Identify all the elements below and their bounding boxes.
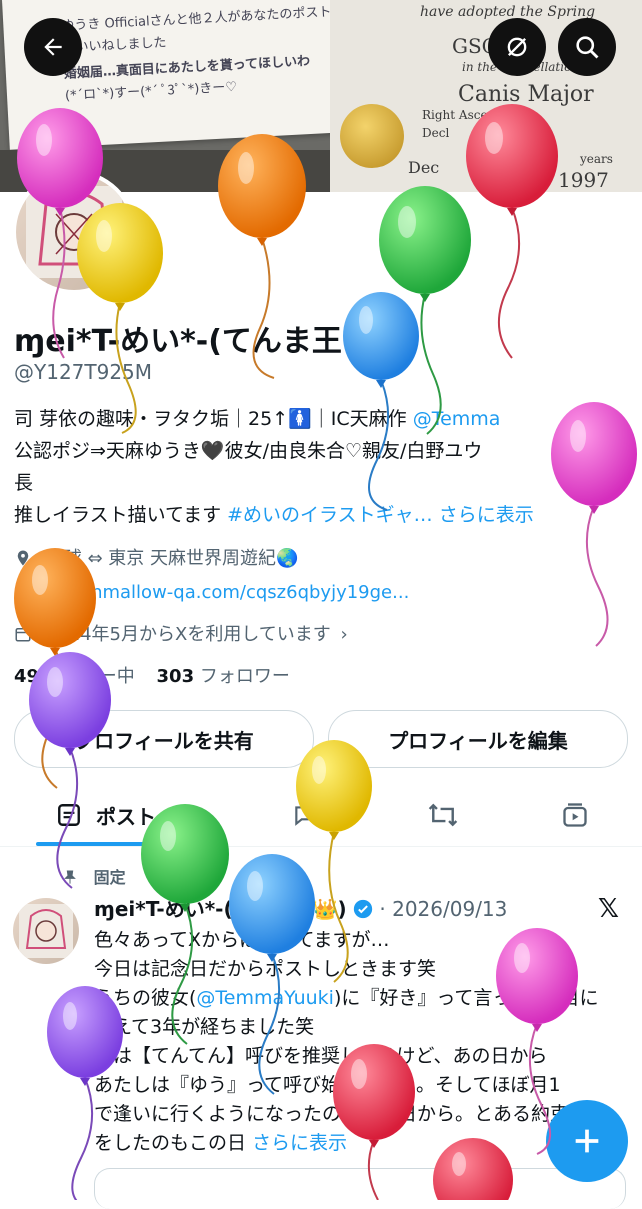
post-date: · 2026/09/13 — [379, 897, 508, 921]
pinned-label: 固定 — [93, 868, 126, 887]
following-count: 49 — [14, 666, 40, 687]
post-line: 今日は記念日だからポストしときます笑 — [94, 958, 437, 980]
cert-line: Decl — [422, 126, 450, 140]
search-icon — [576, 36, 599, 59]
tab-videos[interactable] — [560, 786, 590, 844]
post-line: 答えて3年が経ちました笑 — [94, 1016, 315, 1038]
edit-profile-button[interactable]: プロフィールを編集 — [328, 710, 628, 768]
post-text: )に『好き』って言って2回目に — [333, 987, 599, 1009]
link-icon — [15, 584, 31, 600]
cert-line: years — [580, 152, 613, 166]
bio-line: 公認ポジ⇒天麻ゆうき🖤彼女/由良朱合♡親友/白野ユウ — [14, 440, 483, 462]
post-line: をしたのもこの日 さらに表示 — [94, 1129, 347, 1158]
bio-line: 長 — [14, 472, 34, 494]
cert-line: Right Ascension — [422, 108, 521, 122]
verified-badge-icon — [353, 899, 373, 919]
followers-label: フォロワー — [199, 666, 290, 687]
repost-icon — [428, 803, 458, 827]
chat-icon — [295, 806, 315, 826]
bio-hashtag-link[interactable]: #めいのイラストギャ… さらに表示 — [227, 504, 534, 526]
post-line: で逢いに行くようになったのもあの日から。とある約束 — [94, 1103, 570, 1125]
profile-website[interactable]: marshmallow-qa.com/cqsz6qbyjy19ge... — [14, 582, 409, 603]
balloon-green — [379, 186, 471, 435]
tab-replies[interactable] — [292, 786, 318, 844]
post-line: 色々あってXからは離れてますが… — [94, 929, 390, 951]
tab-reposts[interactable] — [426, 786, 460, 844]
tab-posts-label: ポスト — [96, 804, 156, 829]
show-more-link[interactable]: さらに表示 — [252, 1132, 347, 1154]
profile-joined[interactable]: 2014年5月からXを利用しています › — [14, 620, 348, 646]
pin-icon — [64, 870, 76, 884]
post-line: 今は【てんてん】呼びを推奨してるけど、あの日から — [94, 1045, 548, 1067]
post-text: をしたのもこの日 — [94, 1132, 253, 1154]
location-pin-icon — [17, 550, 29, 566]
plus-icon — [575, 1129, 599, 1153]
post-media-card[interactable] — [94, 1168, 626, 1209]
bio-line: 司 芽依の趣味・ヲタク垢｜25↑🚺｜IC天麻作 @Temma — [14, 404, 500, 434]
post-text: うちの彼女( — [94, 987, 197, 1009]
profile-name: ɱei*T-めい*-(てんま王 — [14, 316, 382, 360]
location-text: 琉球 ⇔ 東京 天麻世界周遊紀🌏 — [45, 548, 299, 569]
cert-line: have adopted the Spring — [420, 4, 596, 20]
joined-text: 2014年5月からXを利用しています — [45, 624, 331, 645]
compose-post-button[interactable] — [546, 1100, 628, 1182]
post-line: あたしは『ゆう』って呼び始めました。そしてほぼ月1 — [94, 1074, 561, 1096]
following-stat[interactable]: 49 フォロー中 — [14, 666, 135, 687]
website-link[interactable]: marshmallow-qa.com/cqsz6qbyjy19ge... — [46, 582, 410, 603]
bio-text: 司 芽依の趣味・ヲタク垢｜25↑🚺｜IC天麻作 — [14, 408, 413, 430]
search-button[interactable] — [558, 18, 616, 76]
tab-posts[interactable]: ポスト — [56, 786, 156, 844]
calendar-icon — [15, 628, 31, 642]
profile-tabs: ポスト — [0, 786, 642, 847]
post-mention-link[interactable]: @TemmaYuuki — [196, 987, 334, 1009]
following-label: フォロー中 — [44, 666, 135, 687]
followers-count: 303 — [156, 666, 195, 687]
bio-mention-link[interactable]: @Temma — [413, 408, 501, 430]
eye-slash-icon — [507, 37, 527, 57]
active-tab-indicator — [36, 842, 164, 846]
post-header: ɱei*T-めい*-(てんま王👑) · 2026/09/13 — [94, 893, 507, 922]
arrow-left-icon — [44, 38, 62, 56]
cert-line: Canis Major — [458, 82, 594, 107]
cert-line: Dec — [408, 158, 440, 177]
profile-avatar[interactable] — [12, 170, 136, 294]
profile-name-text: ɱei*T-めい*-(てんま王 — [14, 324, 342, 359]
chevron-right-icon: › — [340, 624, 348, 645]
bio-text: 推しイラスト描いてます — [14, 504, 228, 526]
post-author-avatar[interactable] — [13, 898, 79, 964]
banner-card-line: 婚姻届…真面目にあたしを貰ってほしいわ — [63, 53, 311, 82]
post-icon — [58, 804, 80, 826]
post-line: うちの彼女(@TemmaYuuki)に『好き』って言って2回目に — [94, 984, 599, 1013]
banner-card-line: ゆうき Officialさんと他２人があなたのポスト — [61, 4, 332, 34]
pinned-indicator: 固定 — [62, 864, 126, 888]
bio-line: 推しイラスト描いてます #めいのイラストギャ… さらに表示 — [14, 500, 534, 530]
balloon-pink — [551, 402, 637, 647]
profile-handle: @Y127T925M — [14, 360, 153, 384]
avatar-illustration — [26, 186, 122, 278]
cert-line: 1997 — [558, 168, 609, 192]
gold-seal — [340, 104, 404, 168]
share-profile-button[interactable]: プロフィールを共有 — [14, 710, 314, 768]
avatar-illustration — [19, 904, 73, 958]
post-author-name[interactable]: ɱei*T-めい*-(てんま王👑) — [94, 897, 347, 921]
profile-banner[interactable]: ゆうき Officialさんと他２人があなたのポスト をいいねしました 婚姻届…… — [0, 0, 642, 192]
follow-counts: 49 フォロー中 303 フォロワー — [14, 662, 290, 688]
video-icon — [563, 803, 587, 827]
x-logo-icon: 𝕏 — [598, 894, 619, 924]
mute-button[interactable] — [488, 18, 546, 76]
followers-stat[interactable]: 303 フォロワー — [157, 666, 290, 687]
profile-location: 琉球 ⇔ 東京 天麻世界周遊紀🌏 — [14, 544, 298, 570]
back-button[interactable] — [24, 18, 82, 76]
verified-badge-icon — [357, 329, 382, 353]
